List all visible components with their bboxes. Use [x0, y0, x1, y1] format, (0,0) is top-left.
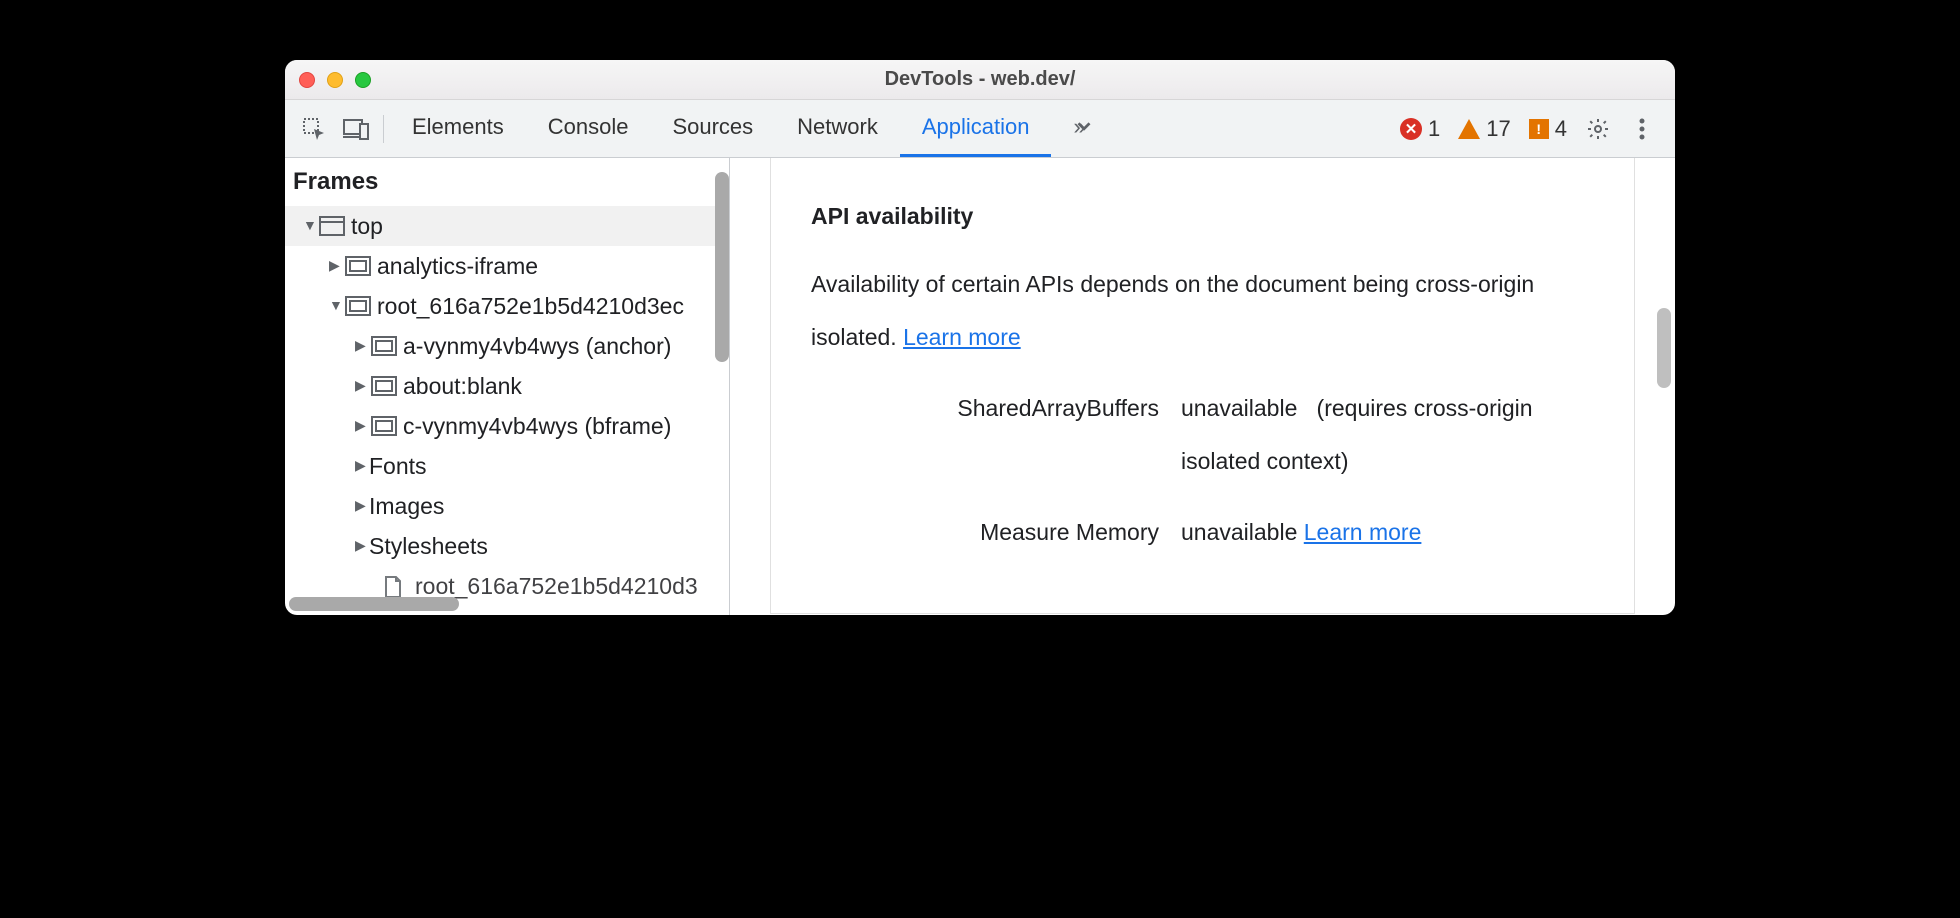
tree-item-top[interactable]: ▼ top: [285, 206, 729, 246]
panel-tabs: Elements Console Sources Network Applica…: [390, 100, 1108, 157]
tree-item[interactable]: ▶ c-vynmy4vb4wys (bframe): [285, 406, 729, 446]
device-toolbar-icon[interactable]: [335, 108, 377, 150]
api-availability-section: API availability Availability of certain…: [770, 158, 1635, 614]
more-options-button[interactable]: [1623, 110, 1661, 148]
tree-label: Images: [369, 493, 444, 520]
tree-item-images[interactable]: ▶ Images: [285, 486, 729, 526]
expand-arrow-icon[interactable]: ▶: [355, 377, 369, 394]
inspect-element-icon[interactable]: [293, 108, 335, 150]
tree-item-stylesheets[interactable]: ▶ Stylesheets: [285, 526, 729, 566]
tree-label: root_616a752e1b5d4210d3: [415, 573, 698, 600]
main-panel: API availability Availability of certain…: [730, 158, 1675, 615]
settings-button[interactable]: [1579, 110, 1617, 148]
more-tabs-button[interactable]: »: [1051, 100, 1107, 157]
devtools-window: DevTools - web.dev/ Elements Console Sou…: [285, 60, 1675, 615]
tab-sources[interactable]: Sources: [650, 100, 775, 157]
close-window-button[interactable]: [299, 72, 315, 88]
value-text: unavailable: [1181, 519, 1297, 545]
issues-badge[interactable]: ! 4: [1523, 116, 1573, 142]
expand-arrow-icon[interactable]: ▶: [355, 457, 369, 474]
toolbar-right: ✕ 1 17 ! 4: [1394, 110, 1667, 148]
tree-item[interactable]: ▶ about:blank: [285, 366, 729, 406]
section-title: API availability: [811, 203, 1594, 230]
api-label: SharedArrayBuffers: [811, 382, 1181, 488]
learn-more-link[interactable]: Learn more: [1304, 519, 1422, 545]
expand-arrow-icon[interactable]: ▶: [355, 497, 369, 514]
window-frame-icon: [319, 216, 345, 236]
tree-label: Fonts: [369, 453, 427, 480]
tree-label: about:blank: [403, 373, 522, 400]
iframe-icon: [371, 336, 397, 356]
error-icon: ✕: [1400, 118, 1422, 140]
frames-tree: ▼ top ▶ analytics-iframe ▼: [285, 206, 729, 615]
window-controls: [299, 72, 371, 88]
tree-label: top: [351, 213, 383, 240]
api-table: SharedArrayBuffers unavailable (requires…: [811, 382, 1594, 559]
tree-label: root_616a752e1b5d4210d3ec: [377, 293, 684, 320]
learn-more-link[interactable]: Learn more: [903, 324, 1021, 350]
expand-arrow-icon[interactable]: ▼: [329, 297, 343, 313]
window-title: DevTools - web.dev/: [285, 68, 1675, 91]
frames-sidebar: Frames ▼ top ▶ analytics-iframe: [285, 158, 730, 615]
issues-count: 4: [1555, 116, 1567, 142]
sidebar-horizontal-scrollbar[interactable]: [289, 597, 459, 611]
tab-console[interactable]: Console: [526, 100, 651, 157]
issue-icon: !: [1529, 119, 1549, 139]
tree-label: analytics-iframe: [377, 253, 538, 280]
sidebar-vertical-scrollbar[interactable]: [715, 172, 729, 362]
tree-item-fonts[interactable]: ▶ Fonts: [285, 446, 729, 486]
tree-label: Stylesheets: [369, 533, 488, 560]
errors-count: 1: [1428, 116, 1440, 142]
warnings-count: 17: [1486, 116, 1510, 142]
api-value: unavailable Learn more: [1181, 506, 1594, 559]
toolbar-separator: [383, 115, 384, 143]
minimize-window-button[interactable]: [327, 72, 343, 88]
tab-network[interactable]: Network: [775, 100, 900, 157]
warnings-badge[interactable]: 17: [1452, 116, 1516, 142]
tree-label: a-vynmy4vb4wys (anchor): [403, 333, 671, 360]
errors-badge[interactable]: ✕ 1: [1394, 116, 1446, 142]
tree-label: c-vynmy4vb4wys (bframe): [403, 413, 671, 440]
tab-elements[interactable]: Elements: [390, 100, 526, 157]
iframe-icon: [345, 256, 371, 276]
sidebar-header: Frames: [285, 158, 729, 206]
expand-arrow-icon[interactable]: ▶: [329, 257, 343, 274]
expand-arrow-icon[interactable]: ▼: [303, 217, 317, 233]
value-text: unavailable: [1181, 395, 1297, 421]
maximize-window-button[interactable]: [355, 72, 371, 88]
api-value: unavailable (requires cross-origin isola…: [1181, 382, 1594, 488]
iframe-icon: [345, 296, 371, 316]
titlebar: DevTools - web.dev/: [285, 60, 1675, 100]
warning-icon: [1458, 119, 1480, 139]
document-icon: [383, 576, 409, 596]
expand-arrow-icon[interactable]: ▶: [355, 417, 369, 434]
content-area: Frames ▼ top ▶ analytics-iframe: [285, 158, 1675, 615]
tab-application[interactable]: Application: [900, 100, 1052, 157]
iframe-icon: [371, 416, 397, 436]
expand-arrow-icon[interactable]: ▶: [355, 337, 369, 354]
api-label: Measure Memory: [811, 506, 1181, 559]
tree-item[interactable]: ▶ analytics-iframe: [285, 246, 729, 286]
expand-arrow-icon[interactable]: ▶: [355, 537, 369, 554]
section-description: Availability of certain APIs depends on …: [811, 258, 1594, 364]
iframe-icon: [371, 376, 397, 396]
tree-item[interactable]: ▶ a-vynmy4vb4wys (anchor): [285, 326, 729, 366]
main-vertical-scrollbar[interactable]: [1657, 308, 1671, 388]
tree-item[interactable]: ▼ root_616a752e1b5d4210d3ec: [285, 286, 729, 326]
devtools-toolbar: Elements Console Sources Network Applica…: [285, 100, 1675, 158]
